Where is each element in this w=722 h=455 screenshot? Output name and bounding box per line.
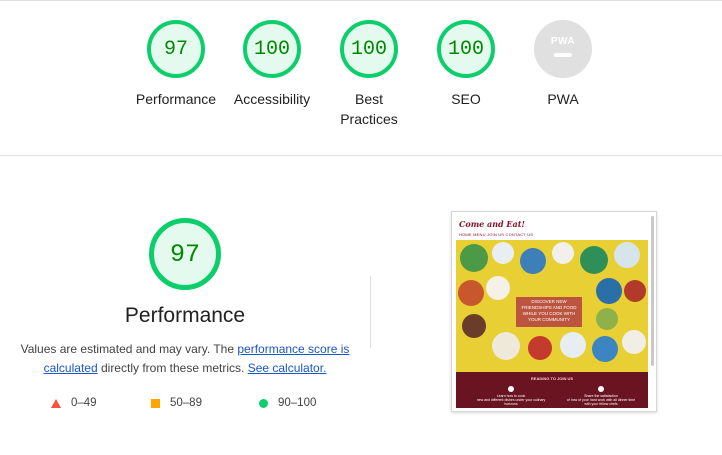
circle-icon <box>259 398 268 408</box>
footer-cta: READING TO JOIN US <box>530 376 574 381</box>
footer-col2-text: of how of your hard work with all dinner… <box>566 398 636 406</box>
gauge-performance[interactable]: 97 Performance <box>121 20 231 109</box>
final-screenshot[interactable]: Come and Eat! HOME MENU JOIN US CONTACT … <box>451 211 657 412</box>
legend-pass: 90–100 <box>259 397 316 409</box>
section-divider <box>0 155 722 156</box>
site-header: Come and Eat! HOME MENU JOIN US CONTACT … <box>456 216 648 240</box>
legend-average: 50–89 <box>151 397 202 409</box>
gauge-seo-score: 100 <box>437 20 495 78</box>
pwa-badge-icon: PWA <box>534 20 592 78</box>
pwa-badge-text: PWA <box>550 35 576 47</box>
pwa-dash-icon <box>554 52 572 57</box>
site-nav: HOME MENU JOIN US CONTACT US <box>459 232 534 237</box>
cook-icon <box>508 386 514 392</box>
footer-col1-text: new and different dishes under your culi… <box>476 398 546 406</box>
gauge-best-practices-label: Best Practices <box>340 91 398 127</box>
site-logo: Come and Eat! <box>459 219 525 229</box>
see-calculator-link[interactable]: See calculator. <box>248 361 327 375</box>
legend-pass-label: 90–100 <box>278 397 317 409</box>
gauge-accessibility-label: Accessibility <box>233 91 311 107</box>
gauge-accessibility[interactable]: 100 Accessibility <box>217 20 327 109</box>
gauge-performance-label: Performance <box>135 91 217 107</box>
top-border <box>0 0 722 1</box>
desc-text-1: Values are estimated and may vary. The <box>20 342 238 356</box>
legend-average-label: 50–89 <box>170 397 202 409</box>
desc-text-2: directly from these metrics. <box>97 361 248 375</box>
triangle-icon <box>51 398 61 408</box>
gauge-pwa-label: PWA <box>547 91 579 107</box>
screenshot-scrollbar <box>651 216 654 366</box>
gauge-best-practices[interactable]: 100 Best Practices <box>314 20 424 129</box>
gauge-seo[interactable]: 100 SEO <box>411 20 521 109</box>
legend-fail-label: 0–49 <box>71 397 97 409</box>
footer-col-share: Share the satisfaction of how of your ha… <box>566 386 636 406</box>
share-icon <box>598 386 604 392</box>
performance-gauge-large: 97 <box>120 218 250 290</box>
food-hero-image: DISCOVER NEW FRIENDSHIPS AND FOOD WHILE … <box>456 240 648 372</box>
site-footer: READING TO JOIN US Learn how to cook new… <box>456 372 648 408</box>
vertical-separator <box>370 276 371 348</box>
gauge-performance-score: 97 <box>147 20 205 78</box>
performance-description: Values are estimated and may vary. The p… <box>20 340 350 378</box>
gauge-best-practices-score: 100 <box>340 20 398 78</box>
legend-fail: 0–49 <box>51 397 97 409</box>
square-icon <box>151 398 160 408</box>
hero-overlay-text: DISCOVER NEW FRIENDSHIPS AND FOOD WHILE … <box>516 297 582 327</box>
performance-title: Performance <box>124 304 246 327</box>
gauge-accessibility-score: 100 <box>243 20 301 78</box>
footer-col-learn: Learn how to cook new and different dish… <box>476 386 546 406</box>
performance-score-large: 97 <box>149 218 221 290</box>
gauge-seo-label: SEO <box>451 91 481 107</box>
gauge-pwa[interactable]: PWA PWA <box>508 20 618 109</box>
